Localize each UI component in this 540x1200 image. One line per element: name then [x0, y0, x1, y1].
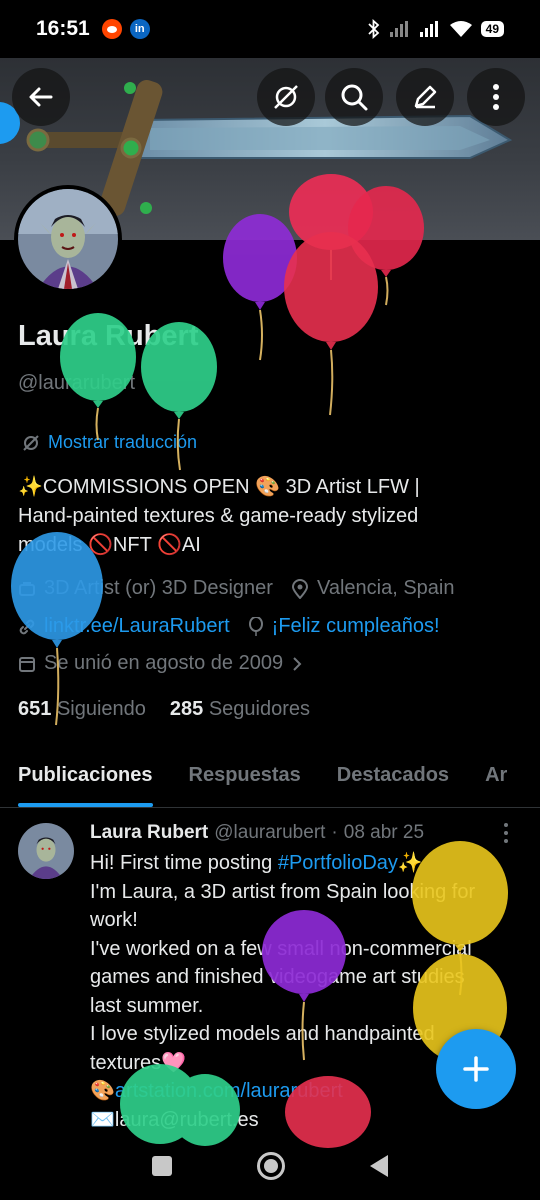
- home-button[interactable]: [257, 1152, 285, 1180]
- status-time: 16:51: [36, 17, 90, 40]
- signal-icon: [389, 21, 408, 37]
- follow-stats: 651 Siguiendo 285 Seguidores: [18, 698, 310, 721]
- wifi-icon: [449, 21, 472, 37]
- post-handle: @laurarubert: [214, 822, 326, 843]
- briefcase-icon: [19, 581, 35, 596]
- profile-location: Valencia, Spain: [316, 577, 455, 599]
- chevron-right-icon: [293, 656, 302, 671]
- followers-count: 285: [169, 698, 204, 720]
- profile-meta-row-2: linktr.ee/LauraRubert ¡Feliz cumpleaños!: [18, 615, 458, 638]
- followers-label: Seguidores: [208, 698, 311, 720]
- battery-indicator: 49: [480, 21, 504, 37]
- search-button[interactable]: [325, 68, 383, 126]
- android-nav-bar: [0, 1132, 540, 1200]
- post-avatar-image: [18, 823, 74, 879]
- back-nav-button[interactable]: [370, 1155, 388, 1177]
- profile-joined-row[interactable]: Se unió en agosto de 2009: [18, 652, 321, 675]
- profile-joined: Se unió en agosto de 2009: [44, 652, 284, 674]
- bluetooth-icon: [368, 19, 379, 39]
- profile-website-link[interactable]: linktr.ee/LauraRubert: [44, 615, 230, 638]
- profile-birthday[interactable]: ¡Feliz cumpleaños!: [272, 615, 440, 638]
- tab-articulos[interactable]: Ar: [467, 750, 525, 807]
- post-artstation-link[interactable]: artstation.com/laurarubert: [115, 1080, 343, 1102]
- compose-button[interactable]: [436, 1029, 516, 1109]
- edit-button[interactable]: [396, 68, 454, 126]
- profile-profession: 3D Artist (or) 3D Designer: [44, 577, 273, 599]
- more-vertical-icon: [504, 823, 508, 843]
- link-icon: [19, 619, 35, 634]
- post-more-button[interactable]: [502, 822, 510, 850]
- post-date: 08 abr 25: [343, 822, 425, 843]
- translate-bio-link[interactable]: Mostrar traducción: [22, 432, 197, 453]
- reddit-notification-icon: [101, 19, 122, 39]
- tab-publicaciones[interactable]: Publicaciones: [0, 750, 171, 807]
- post-separator: ·: [331, 822, 338, 843]
- more-vertical-icon: [493, 84, 499, 110]
- post-email: laura@rubert.es: [114, 1108, 259, 1131]
- post-hashtag[interactable]: #PortfolioDay: [278, 852, 398, 874]
- linkedin-notification-icon: in: [129, 19, 150, 39]
- location-icon: [291, 578, 308, 599]
- pencil-icon: [414, 85, 437, 109]
- following-label: Siguiendo: [56, 698, 146, 720]
- tab-respuestas[interactable]: Respuestas: [171, 750, 319, 807]
- profile-name: Laura Rubert: [18, 320, 199, 352]
- translate-button[interactable]: [257, 68, 315, 126]
- profile-handle: @laurarubert: [18, 372, 136, 394]
- translate-icon: [274, 85, 298, 109]
- profile-meta-row-1: 3D Artist (or) 3D Designer Valencia, Spa…: [18, 577, 472, 600]
- back-button[interactable]: [12, 68, 70, 126]
- balloon-red-center: [284, 232, 378, 416]
- more-options-button[interactable]: [467, 68, 525, 126]
- recents-button[interactable]: [152, 1156, 172, 1176]
- post-header: Laura Rubert @laurarubert · 08 abr 25: [90, 822, 424, 844]
- avatar-image: [18, 189, 118, 289]
- balloon-icon: [248, 616, 263, 636]
- profile-tabs: Publicaciones Respuestas Destacados Ar: [0, 750, 540, 808]
- profile-avatar[interactable]: [14, 185, 122, 293]
- translate-icon: [23, 434, 39, 451]
- calendar-icon: [19, 656, 35, 672]
- status-bar: 16:51 in 49: [0, 0, 540, 58]
- tab-destacados[interactable]: Destacados: [319, 750, 467, 807]
- post-author[interactable]: Laura Rubert: [90, 822, 208, 844]
- signal-icon-2: [419, 21, 438, 37]
- plus-icon: [463, 1056, 489, 1082]
- translate-label: Mostrar traducción: [48, 432, 198, 452]
- post-avatar[interactable]: [18, 823, 74, 879]
- following-count: 651: [18, 698, 52, 720]
- followers-link[interactable]: 285 Seguidores: [170, 698, 310, 721]
- arrow-left-icon: [29, 87, 53, 107]
- following-link[interactable]: 651 Siguiendo: [18, 698, 146, 721]
- profile-bio: ✨COMMISSIONS OPEN 🎨 3D Artist LFW | Hand…: [18, 476, 420, 556]
- search-icon: [341, 84, 368, 111]
